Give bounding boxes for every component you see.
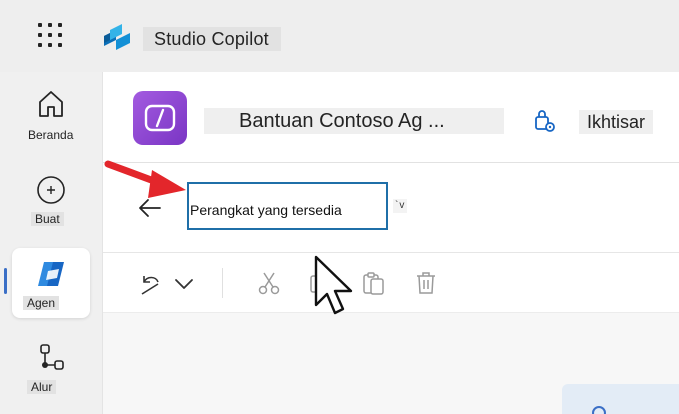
node-icon [592, 406, 606, 414]
flow-icon [40, 344, 64, 370]
home-icon [39, 91, 63, 117]
app-launcher-icon[interactable] [38, 23, 62, 47]
canvas-node-card[interactable] [562, 384, 679, 414]
header-divider [103, 162, 679, 163]
nav-active-indicator [4, 268, 7, 294]
agent-name-label: Bantuan Contoso Ag ... [204, 108, 504, 134]
mouse-cursor-icon [314, 255, 353, 315]
sidebar-item-label: Buat [31, 212, 64, 226]
undo-icon[interactable] [138, 270, 164, 296]
code-brackets-icon [144, 104, 176, 132]
sidebar-item-beranda[interactable]: Beranda [10, 88, 92, 146]
agent-icon [38, 262, 64, 286]
sidebar-item-label: Agen [23, 296, 60, 310]
toolbar-divider [103, 252, 679, 253]
key-gear-icon[interactable] [530, 107, 558, 135]
delete-icon[interactable] [413, 270, 439, 296]
toolbar-separator [222, 268, 223, 298]
chevron-down-icon[interactable] [171, 270, 197, 296]
sidebar-item-buat[interactable]: Buat [10, 172, 92, 230]
chevron-down-icon[interactable]: `v [393, 199, 408, 213]
overview-tab[interactable]: Ikhtisar [579, 110, 654, 134]
agent-avatar [133, 91, 187, 145]
sidebar-item-label: Beranda [28, 128, 74, 142]
plus-circle-icon [37, 176, 65, 204]
sidebar-item-agen[interactable]: Agen [10, 256, 92, 314]
cut-icon[interactable] [256, 270, 282, 296]
copilot-studio-logo-icon [104, 24, 130, 50]
sidebar-item-label: Alur [27, 380, 57, 394]
app-title: Studio Copilot [143, 27, 281, 51]
annotation-arrow-icon [104, 160, 186, 198]
paste-icon[interactable] [361, 270, 387, 296]
sidebar-item-alur[interactable]: Alur [10, 340, 92, 398]
topic-name-field[interactable]: Perangkat yang tersedia [187, 182, 388, 230]
